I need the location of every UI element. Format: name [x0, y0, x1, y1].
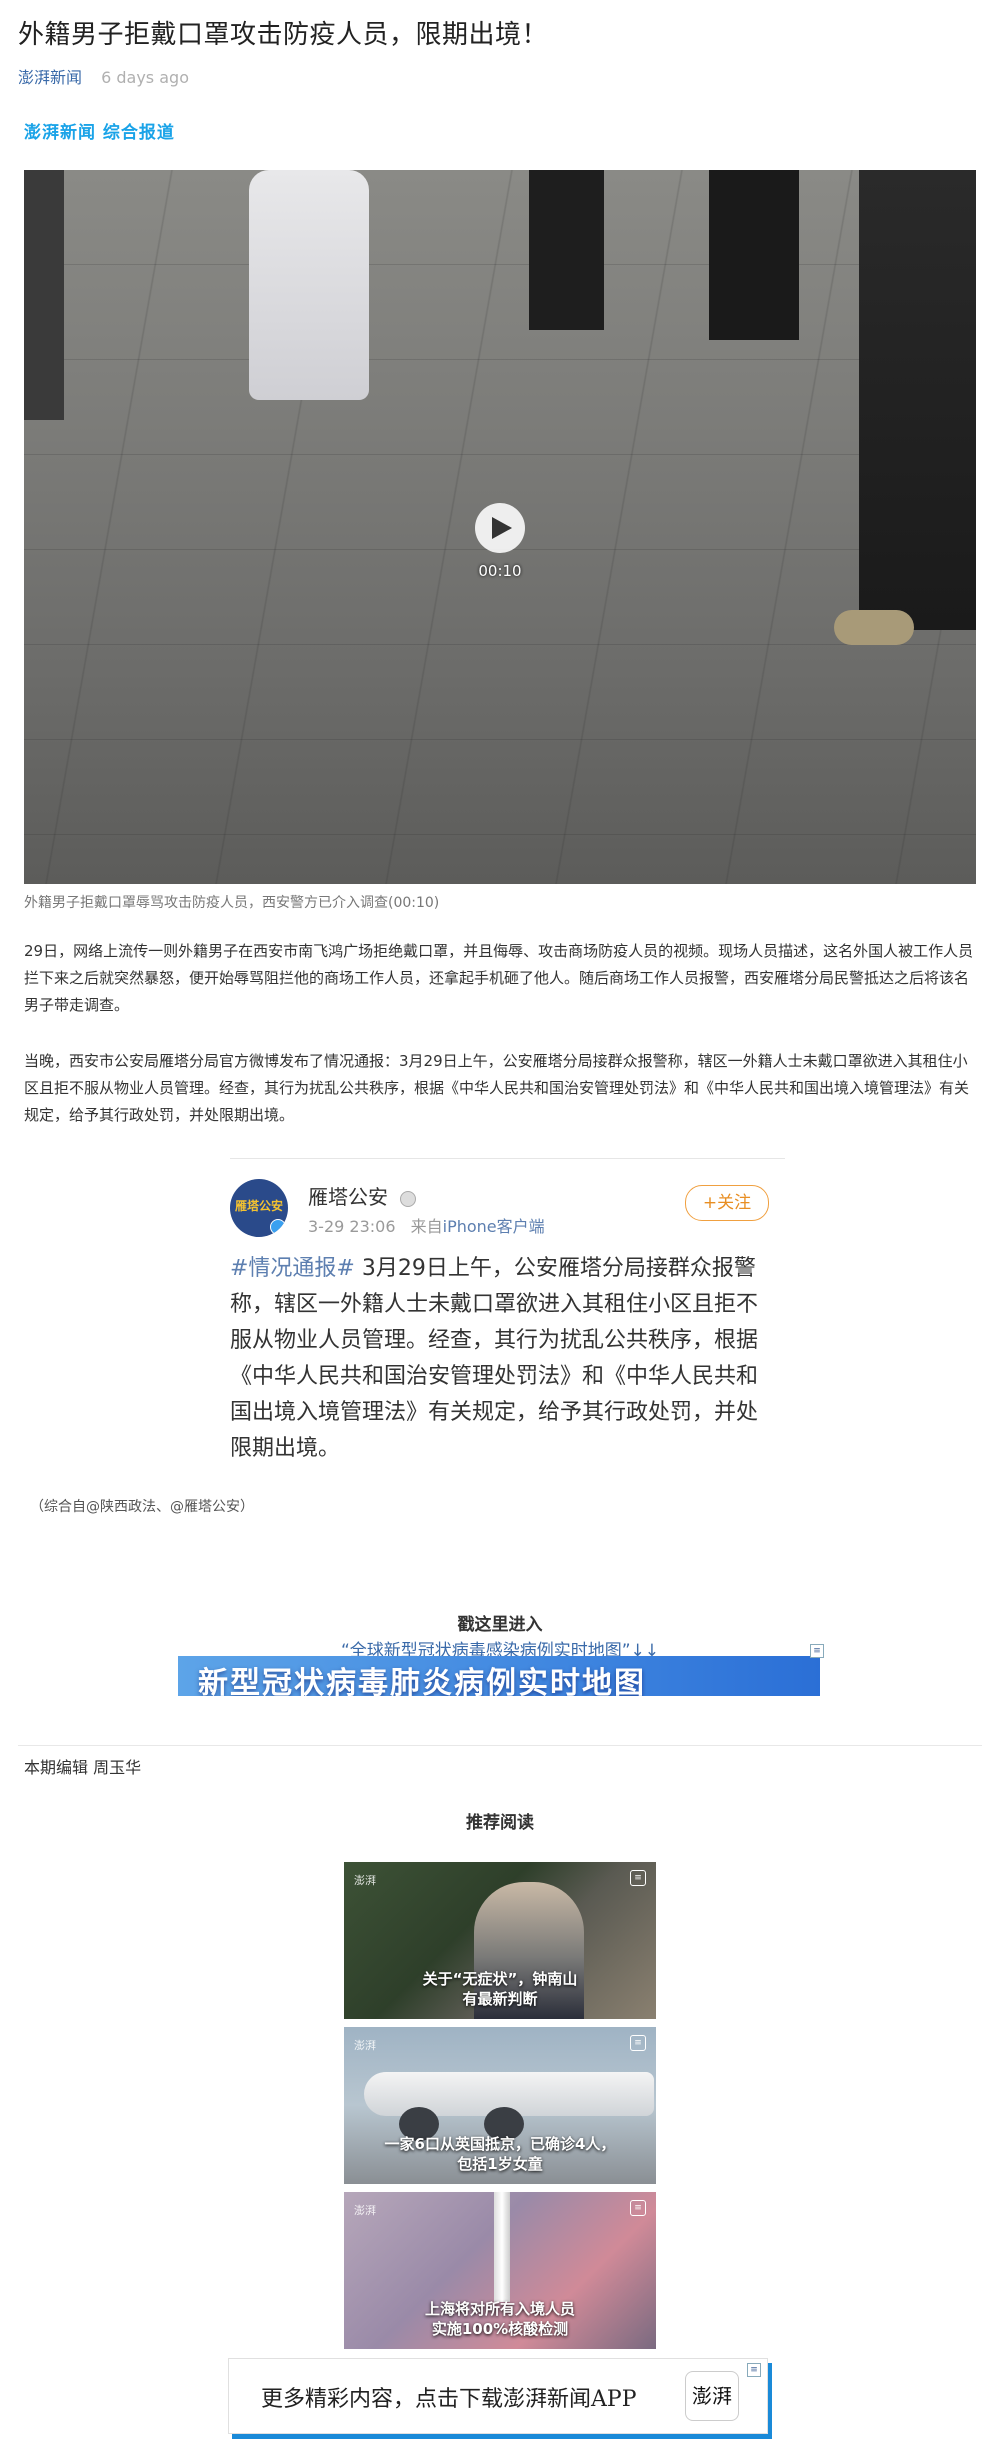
card-test-tube: [494, 2192, 510, 2302]
device-link[interactable]: iPhone客户端: [443, 1217, 545, 1236]
caption-line-1: 关于“无症状”，钟南山: [422, 1970, 578, 1988]
hashtag-link[interactable]: #情况通报#: [230, 1256, 355, 1281]
video-player[interactable]: 00:10: [24, 170, 976, 884]
weibo-post-time: 3-29 23:06 来自iPhone客户端: [308, 1213, 545, 1237]
ad-badge-icon: ≡: [630, 1870, 646, 1886]
avatar-text: 雁塔公安: [234, 1199, 283, 1213]
video-figure-center: [529, 170, 604, 330]
editor-credit: 本期编辑 周玉华: [24, 1758, 142, 1777]
weibo-text: 3月29日上午，公安雁塔分局接群众报警称，辖区一外籍人士未戴口罩欲进入其租住小区…: [230, 1256, 759, 1461]
video-figure-right: [859, 170, 976, 630]
map-promo-heading: 戳这里进入: [457, 1615, 543, 1635]
caption-line-2: 包括1岁女童: [457, 2155, 543, 2173]
publish-time: 6 days ago: [101, 68, 189, 87]
app-logo: 澎湃: [685, 2371, 739, 2421]
follow-button[interactable]: +关注: [685, 1185, 769, 1221]
caption-line-1: 上海将对所有入境人员: [424, 2300, 575, 2318]
caption-line-2: 实施100%核酸检测: [431, 2320, 569, 2338]
card-caption: 上海将对所有入境人员 实施100%核酸检测: [344, 2299, 656, 2339]
app-download-banner[interactable]: 更多精彩内容，点击下载澎湃新闻APP 澎湃 ≡: [228, 2358, 768, 2434]
app-banner-text: 更多精彩内容，点击下载澎湃新闻APP: [261, 2387, 637, 2412]
caption-line-2: 有最新判断: [462, 1990, 538, 2008]
recommended-card-2[interactable]: 澎湃 ≡ 一家6口从英国抵京，已确诊4人， 包括1岁女童: [344, 2027, 656, 2184]
video-caption: 外籍男子拒戴口罩辱骂攻击防疫人员，西安警方已介入调查(00:10): [24, 895, 440, 911]
video-duration: 00:10: [478, 562, 522, 580]
card-logo: 澎湃: [354, 1874, 376, 1887]
article-meta: 澎湃新闻 6 days ago: [18, 64, 189, 88]
post-time: 3-29 23:06: [308, 1217, 396, 1236]
map-banner-text: 新型冠状病毒肺炎病例实时地图: [198, 1666, 646, 1696]
ad-badge-icon: ≡: [747, 2363, 761, 2377]
map-banner[interactable]: 新型冠状病毒肺炎病例实时地图: [178, 1656, 820, 1696]
paragraph-2: 当晚，西安市公安局雁塔分局官方微博发布了情况通报：3月29日上午，公安雁塔分局接…: [24, 1052, 970, 1124]
ad-badge-icon: ≡: [810, 1644, 824, 1658]
recommended-title: 推荐阅读: [466, 1813, 534, 1833]
channel-label: 澎湃新闻 综合报道: [24, 123, 175, 143]
paragraph-1: 29日，网络上流传一则外籍男子在西安市南飞鸿广场拒绝戴口罩，并且侮辱、攻击商场防…: [24, 942, 974, 1014]
caption-line-1: 一家6口从英国抵京，已确诊4人，: [384, 2135, 616, 2153]
video-shoe: [834, 610, 914, 645]
medal-icon: [400, 1190, 417, 1207]
card-caption: 关于“无症状”，钟南山 有最新判断: [344, 1969, 656, 2009]
ad-badge-icon: ≡: [630, 2035, 646, 2051]
weibo-avatar[interactable]: 雁塔公安: [230, 1179, 288, 1237]
video-figure-left: [24, 170, 64, 420]
ad-badge-icon: ≡: [630, 2200, 646, 2216]
article-title: 外籍男子拒戴口罩攻击防疫人员，限期出境！: [18, 20, 549, 50]
play-button[interactable]: [475, 503, 525, 553]
device-prefix: 来自: [410, 1217, 443, 1236]
card-logo: 澎湃: [354, 2204, 376, 2217]
recommended-card-1[interactable]: 澎湃 ≡ 关于“无症状”，钟南山 有最新判断: [344, 1862, 656, 2019]
source-note: （综合自@陕西政法、@雁塔公安）: [30, 1499, 254, 1515]
card-logo: 澎湃: [354, 2039, 376, 2052]
recommended-card-3[interactable]: 澎湃 ≡ 上海将对所有入境人员 实施100%核酸检测: [344, 2192, 656, 2349]
video-figure-right-mid: [709, 170, 799, 340]
weibo-account-name[interactable]: 雁塔公安: [308, 1181, 417, 1210]
divider: [18, 1745, 982, 1746]
weibo-embed[interactable]: 雁塔公安 雁塔公安 3-29 23:06 来自iPhone客户端 +关注 #情况…: [230, 1158, 785, 1461]
card-caption: 一家6口从英国抵京，已确诊4人， 包括1岁女童: [344, 2134, 656, 2174]
weibo-body: #情况通报# 3月29日上午，公安雁塔分局接群众报警称，辖区一外籍人士未戴口罩欲…: [230, 1251, 775, 1467]
source-link[interactable]: 澎湃新闻: [18, 68, 82, 87]
play-icon: [492, 517, 512, 539]
verified-icon: [270, 1219, 286, 1235]
account-name-text: 雁塔公安: [308, 1185, 388, 1209]
video-figure-protective-suit: [249, 170, 369, 400]
